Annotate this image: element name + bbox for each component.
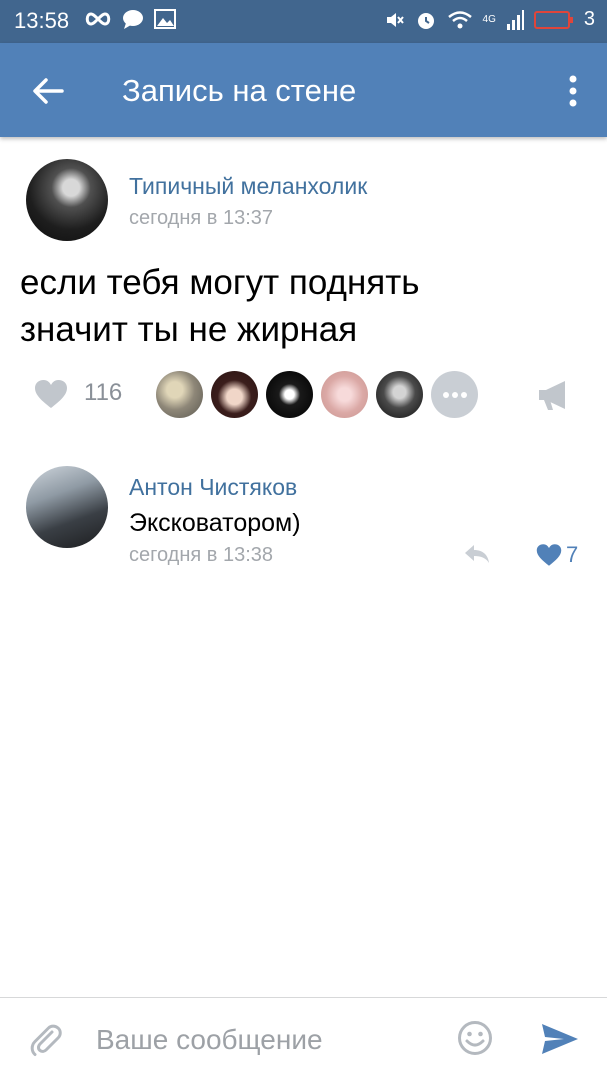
- comment-heart-icon[interactable]: [536, 543, 562, 567]
- paperclip-icon[interactable]: [28, 1022, 64, 1058]
- more-vertical-icon[interactable]: [561, 71, 585, 111]
- liker-avatar-1[interactable]: [156, 371, 203, 418]
- status-bar: 13:58 4G 3: [0, 0, 607, 43]
- more-likers-button[interactable]: [431, 371, 478, 418]
- status-system-icons: 4G 3: [385, 8, 595, 31]
- post-text-line: значит ты не жирная: [20, 310, 358, 349]
- back-arrow-icon[interactable]: [28, 71, 68, 111]
- comment-timestamp: сегодня в 13:38: [129, 544, 273, 566]
- page-title: Запись на стене: [122, 73, 357, 108]
- megaphone-icon[interactable]: [537, 379, 571, 411]
- emoji-icon[interactable]: [457, 1020, 493, 1056]
- post-author-avatar[interactable]: [26, 159, 108, 241]
- post-timestamp: сегодня в 13:37: [129, 207, 273, 229]
- post-text-line: если тебя могут поднять: [20, 263, 420, 302]
- infinity-icon: [85, 12, 111, 26]
- battery-icon: [533, 10, 573, 29]
- wifi-icon: [447, 10, 472, 28]
- chat-bubble-icon: [123, 10, 143, 29]
- send-icon[interactable]: [540, 1022, 580, 1056]
- liker-avatar-2[interactable]: [211, 371, 258, 418]
- more-horizontal-icon: [442, 391, 467, 398]
- comment-like-count: 7: [566, 542, 579, 567]
- network-type: 4G: [482, 14, 496, 25]
- post-like-count: 116: [84, 379, 123, 406]
- mute-icon: [386, 12, 404, 27]
- battery-level: 3: [583, 8, 595, 30]
- liker-avatar-4[interactable]: [321, 371, 368, 418]
- message-composer: [0, 997, 607, 1080]
- post-author-name[interactable]: Типичный меланхолик: [129, 173, 367, 200]
- comment-author-avatar[interactable]: [26, 466, 108, 548]
- liker-avatar-5[interactable]: [376, 371, 423, 418]
- status-time: 13:58: [14, 8, 70, 33]
- heart-icon[interactable]: [34, 379, 68, 409]
- post-actions: 116: [0, 365, 607, 425]
- image-icon: [154, 9, 176, 29]
- post-text: если тебя могут поднять значит ты не жир…: [20, 259, 580, 353]
- signal-icon: [506, 9, 524, 30]
- likers-list[interactable]: [156, 371, 478, 418]
- alarm-icon: [417, 12, 434, 29]
- comment-text: Эксковатором): [129, 509, 301, 537]
- liker-avatar-3[interactable]: [266, 371, 313, 418]
- status-notification-icons: [84, 9, 176, 29]
- comment-author-name[interactable]: Антон Чистяков: [129, 474, 297, 501]
- app-bar: Запись на стене: [0, 43, 607, 137]
- message-input[interactable]: [96, 1020, 436, 1060]
- reply-icon[interactable]: [462, 542, 492, 566]
